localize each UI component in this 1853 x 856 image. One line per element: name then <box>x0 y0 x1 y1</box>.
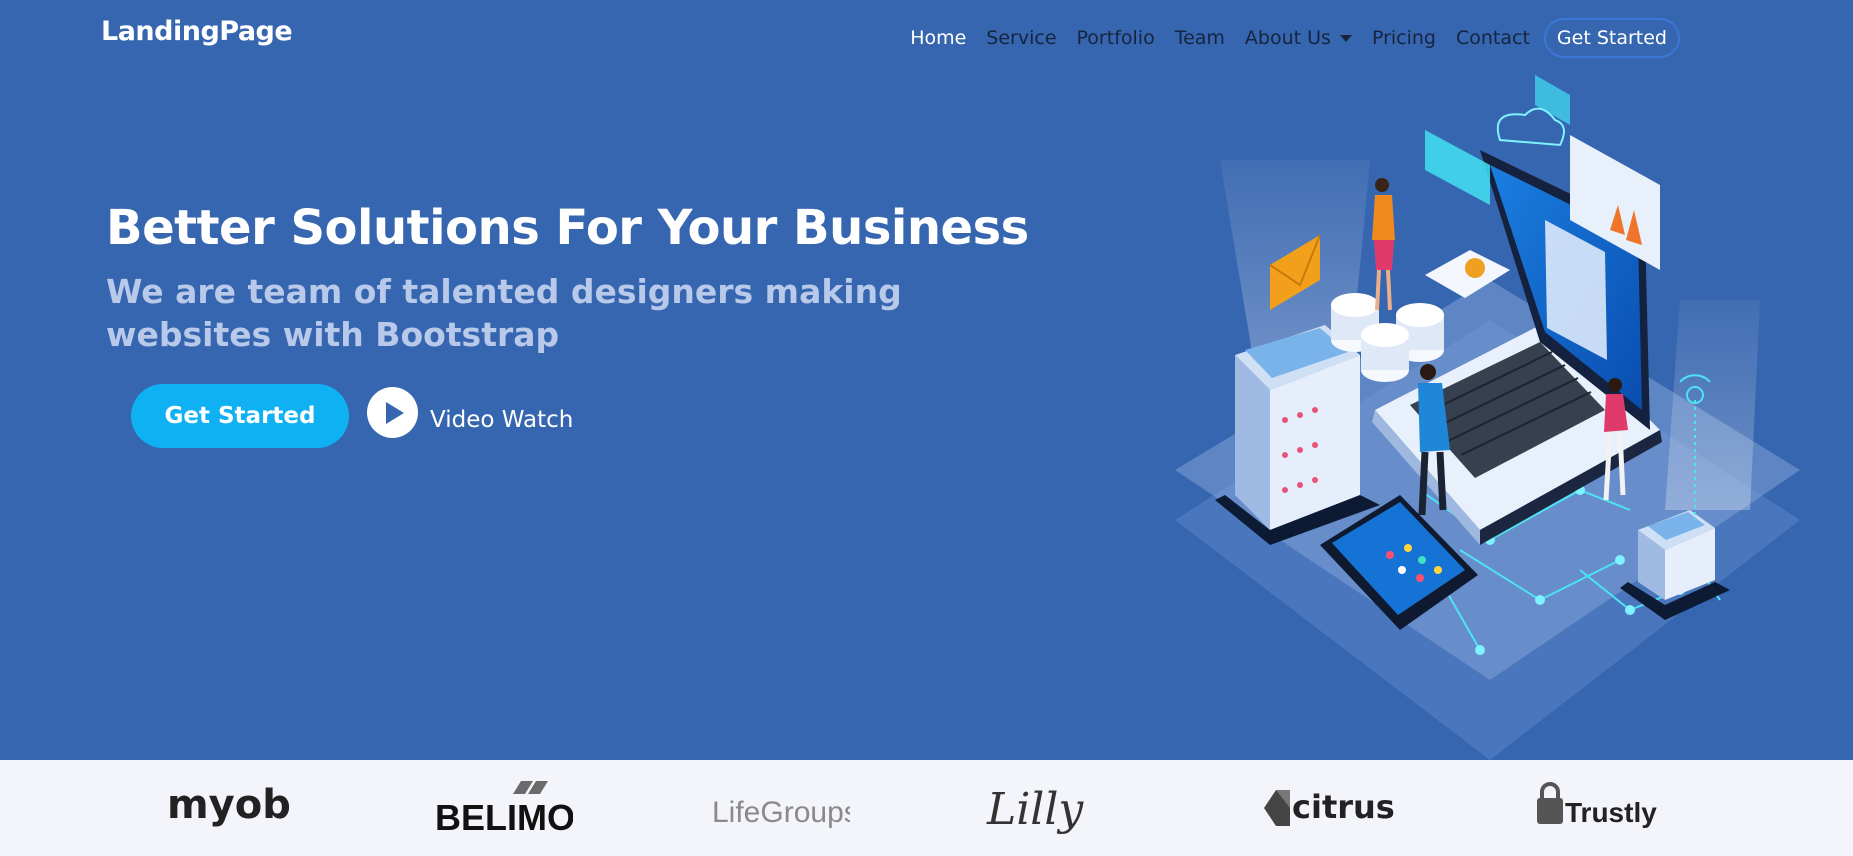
client-logo-myob[interactable]: myob <box>165 778 305 838</box>
main-nav: Home Service Portfolio Team About Us Pri… <box>890 18 1680 58</box>
client-logo-lifegroups[interactable]: LifeGroups <box>710 778 850 838</box>
hero-get-started-button[interactable]: Get Started <box>131 384 349 448</box>
clients-strip: myob BELIMO LifeGroups Lilly citrus Trus… <box>0 760 1853 856</box>
nav-pricing[interactable]: Pricing <box>1372 27 1436 49</box>
client-logo-citrus[interactable]: citrus <box>1262 778 1402 838</box>
client-logo-lifegroups-text: LifeGroups <box>712 796 850 829</box>
client-logo-citrus-text: citrus <box>1292 788 1395 826</box>
nav-get-started-button[interactable]: Get Started <box>1543 18 1680 58</box>
play-video-button[interactable] <box>367 387 418 438</box>
client-logo-myob-text: myob <box>167 782 291 828</box>
dropdown-caret-icon <box>1339 34 1352 42</box>
nav-about-us[interactable]: About Us <box>1245 27 1352 49</box>
client-logo-trustly-text: Trustly <box>1565 797 1657 828</box>
video-watch-link[interactable]: Video Watch <box>430 407 573 433</box>
client-logo-belimo-text: BELIMO <box>435 797 573 838</box>
nav-portfolio[interactable]: Portfolio <box>1077 27 1155 49</box>
brand-logo[interactable]: LandingPage <box>101 16 293 47</box>
client-logo-lilly[interactable]: Lilly <box>985 778 1125 844</box>
nav-service[interactable]: Service <box>986 27 1056 49</box>
hero-title: Better Solutions For Your Business <box>106 200 1029 256</box>
hero-subtitle: We are team of talented designers making… <box>106 272 902 354</box>
client-logo-trustly[interactable]: Trustly <box>1535 778 1675 838</box>
navbar: LandingPage Home Service Portfolio Team … <box>0 0 1853 70</box>
client-logo-lilly-text: Lilly <box>986 784 1084 835</box>
play-icon <box>386 401 404 424</box>
nav-about-us-label: About Us <box>1244 27 1331 49</box>
nav-contact[interactable]: Contact <box>1456 27 1530 49</box>
nav-home[interactable]: Home <box>910 27 966 49</box>
client-logo-belimo[interactable]: BELIMO <box>433 778 573 844</box>
nav-team[interactable]: Team <box>1175 27 1225 49</box>
hero-illustration <box>1175 75 1800 760</box>
